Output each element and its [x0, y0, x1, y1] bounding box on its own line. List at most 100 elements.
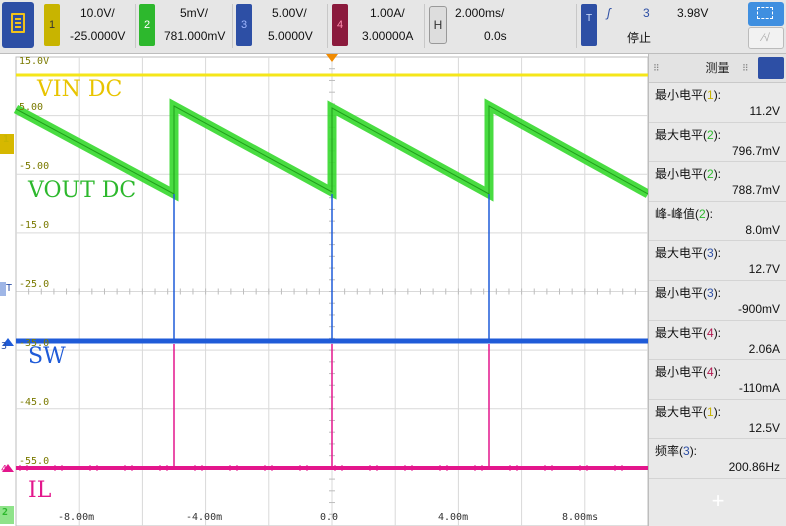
measurement-panel-header: ⠿ 测量 ⠿	[649, 54, 786, 83]
time-label: 8.00ms	[562, 512, 599, 523]
level-label: -15.0	[19, 220, 50, 231]
level-label: -5.00	[19, 161, 50, 172]
time-label: -4.00m	[186, 512, 223, 523]
measurement-label: 最小电平(3):	[655, 284, 721, 301]
measurement-channel: 2	[699, 206, 706, 221]
trigger-marker-label[interactable]: T	[6, 283, 12, 294]
time-label: -8.00m	[58, 512, 95, 523]
measurement-channel: 3	[707, 285, 714, 300]
measurement-label-name: 最大电平(	[655, 325, 707, 340]
waveform-display[interactable]: 15.0V 5.00 -5.00 -15.0 -25.0 -35.0 -45.0…	[0, 54, 648, 526]
ch2-marker-label[interactable]: 2	[2, 507, 8, 518]
drag-grip-icon[interactable]: ⠿	[653, 54, 660, 82]
measurement-item[interactable]: 最小电平(4): -110mA	[649, 360, 786, 400]
measurement-label: 频率(3):	[655, 442, 697, 459]
waveform-plot	[0, 54, 648, 526]
measurement-channel: 1	[707, 88, 714, 102]
measurement-item[interactable]: 最小电平(3): -900mV	[649, 281, 786, 321]
measurement-label-name: 最小电平(	[655, 167, 707, 182]
trigger-source[interactable]: 3	[643, 6, 650, 20]
measurement-label: 最大电平(3):	[655, 244, 721, 261]
zoom-button[interactable]	[748, 2, 784, 26]
menu-button[interactable]	[2, 2, 34, 48]
trigger-time-marker	[326, 54, 338, 62]
ch3-offset[interactable]: 5.0000V	[268, 29, 313, 43]
measurement-item[interactable]: 最大电平(2): 796.7mV	[649, 123, 786, 163]
measurement-channel: 1	[707, 404, 714, 419]
measurement-label-name: 峰-峰值(	[655, 206, 699, 221]
measurement-label-name: 最小电平(	[655, 285, 707, 300]
function-button[interactable]: ⁄√	[748, 27, 784, 49]
measurement-label: 最小电平(1):	[655, 86, 721, 103]
measurement-label-name: 最小电平(	[655, 88, 707, 102]
ch1-badge[interactable]: 1	[44, 4, 60, 46]
ch1-scale[interactable]: 10.0V/	[80, 6, 115, 20]
trigger-level[interactable]: 3.98V	[677, 6, 708, 20]
measurement-label-suffix: ):	[705, 206, 714, 221]
run-status[interactable]: 停止	[627, 29, 651, 46]
measurement-title: 测量	[705, 61, 730, 75]
measurement-item[interactable]: 峰-峰值(2): 8.0mV	[649, 202, 786, 242]
measurement-label: 最小电平(4):	[655, 363, 721, 380]
measurement-channel: 3	[707, 246, 714, 261]
drag-grip-icon[interactable]: ⠿	[742, 54, 749, 82]
measurement-panel: ⠿ 测量 ⠿ 最小电平(1): 11.2V 最大电平(2): 796.7mV 最小电平(…	[648, 54, 786, 526]
measurement-value: 12.7V	[748, 262, 780, 277]
measurement-label-name: 频率(	[655, 444, 683, 459]
measurement-label-name: 最大电平(	[655, 246, 707, 261]
measurement-item[interactable]: 频率(3): 200.86Hz	[649, 439, 786, 479]
measurement-item[interactable]: 最大电平(4): 2.06A	[649, 321, 786, 361]
measurement-label-suffix: ):	[713, 167, 722, 182]
measurement-label: 最大电平(2):	[655, 126, 721, 143]
measurement-label-suffix: ):	[713, 88, 722, 102]
measurement-value: 796.7mV	[731, 143, 780, 158]
time-label: 4.00m	[438, 512, 469, 523]
ch1-marker-label[interactable]: 1	[3, 134, 9, 145]
measurement-label-suffix: ):	[713, 365, 722, 380]
measurement-label-name: 最大电平(	[655, 404, 707, 419]
measurement-value: 12.5V	[748, 420, 780, 435]
trigger-badge[interactable]: T	[581, 4, 597, 46]
measurement-value: -110mA	[738, 381, 780, 396]
ch3-badge[interactable]: 3	[236, 4, 252, 46]
ch3-scale[interactable]: 5.00V/	[272, 6, 307, 20]
measurement-label: 峰-峰值(2):	[655, 205, 713, 222]
measurement-label-suffix: ):	[713, 285, 722, 300]
measurement-label-name: 最小电平(	[655, 365, 707, 380]
toolbar: 1 10.0V/ -25.0000V 2 5mV/ 781.000mV 3 5.…	[0, 0, 786, 54]
ch2-scale[interactable]: 5mV/	[180, 6, 208, 20]
measurement-label-name: 最大电平(	[655, 127, 707, 142]
horizontal-delay[interactable]: 0.0s	[484, 29, 507, 43]
sw-trace-label: SW	[28, 344, 66, 369]
ch4-badge[interactable]: 4	[332, 4, 348, 46]
measurement-label: 最小电平(2):	[655, 165, 721, 182]
ch3-marker-label[interactable]: 3	[1, 341, 7, 352]
measurement-settings-button[interactable]	[758, 57, 784, 79]
measurement-item[interactable]: 最大电平(1): 12.5V	[649, 400, 786, 440]
measurement-label-suffix: ):	[689, 444, 698, 459]
measurement-channel: 3	[683, 444, 690, 459]
measurement-value: 11.2V	[749, 104, 780, 118]
measurement-label-suffix: ):	[713, 246, 722, 261]
measurement-value: -900mV	[737, 301, 780, 316]
ch2-badge[interactable]: 2	[139, 4, 155, 46]
measurement-channel: 4	[707, 325, 714, 340]
level-label: 15.0V	[19, 56, 50, 67]
ch4-marker-label[interactable]: 4	[1, 464, 7, 475]
measurement-channel: 2	[707, 127, 714, 142]
horizontal-scale[interactable]: 2.000ms/	[455, 6, 504, 20]
ch4-scale[interactable]: 1.00A/	[370, 6, 405, 20]
measurement-value: 8.0mV	[745, 222, 780, 237]
ch4-offset[interactable]: 3.00000A	[362, 29, 413, 43]
add-measurement-button[interactable]: +	[649, 479, 786, 523]
horizontal-badge[interactable]: H	[429, 6, 447, 44]
ch2-offset[interactable]: 781.000mV	[164, 29, 225, 43]
measurement-label: 最大电平(4):	[655, 324, 721, 341]
ch1-offset[interactable]: -25.0000V	[70, 29, 125, 43]
il-trace-label: IL	[28, 478, 52, 503]
measurement-item[interactable]: 最小电平(2): 788.7mV	[649, 162, 786, 202]
measurement-item[interactable]: 最小电平(1): 11.2V	[649, 83, 786, 123]
level-label: 5.00	[19, 102, 44, 113]
measurement-item[interactable]: 最大电平(3): 12.7V	[649, 241, 786, 281]
measurement-label-suffix: ):	[713, 404, 722, 419]
